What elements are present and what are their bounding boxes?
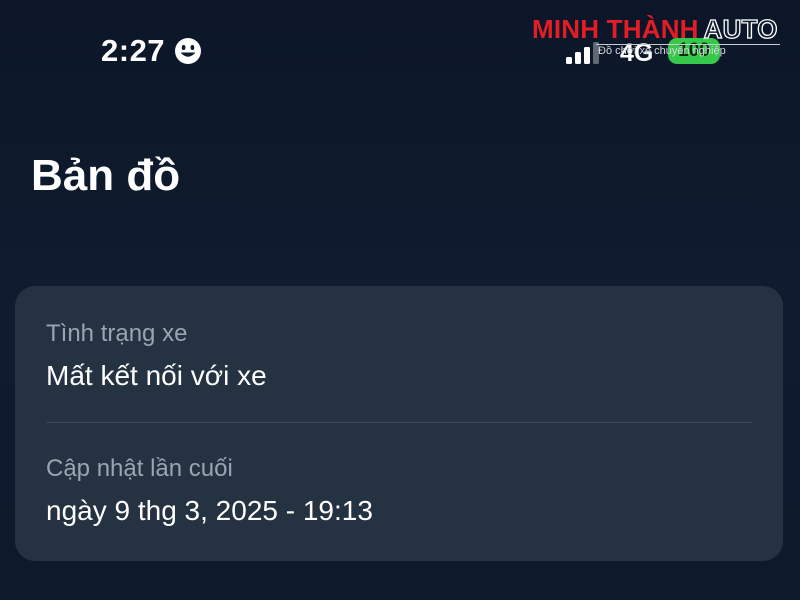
last-update-label: Cập nhật lần cuối [46,455,233,482]
vehicle-status-value: Mất kết nối với xe [46,360,267,391]
vehicle-info-card: Tình trạng xe Mất kết nối với xe Cập nhậ… [15,286,783,561]
vehicle-status-label: Tình trạng xe [46,320,188,347]
page-title: Bản đồ [31,151,181,200]
smiley-icon [175,38,201,64]
watermark-logo: MINH THÀNH AUTO [532,13,778,44]
last-update-section: Cập nhật lần cuối ngày 9 thg 3, 2025 - 1… [46,454,373,528]
vehicle-status-section: Tình trạng xe Mất kết nối với xe [46,319,267,393]
watermark-slogan: Đồ chơi xe chuyên nghiệp [598,45,726,57]
brand-watermark: MINH THÀNH AUTO Đồ chơi xe chuyên nghiệp [532,13,782,58]
watermark-brand-red: MINH THÀNH [532,14,699,44]
card-divider [46,422,752,423]
last-update-value: ngày 9 thg 3, 2025 - 19:13 [46,495,373,526]
watermark-brand-white: AUTO [703,13,778,44]
status-time: 2:27 [101,33,166,68]
